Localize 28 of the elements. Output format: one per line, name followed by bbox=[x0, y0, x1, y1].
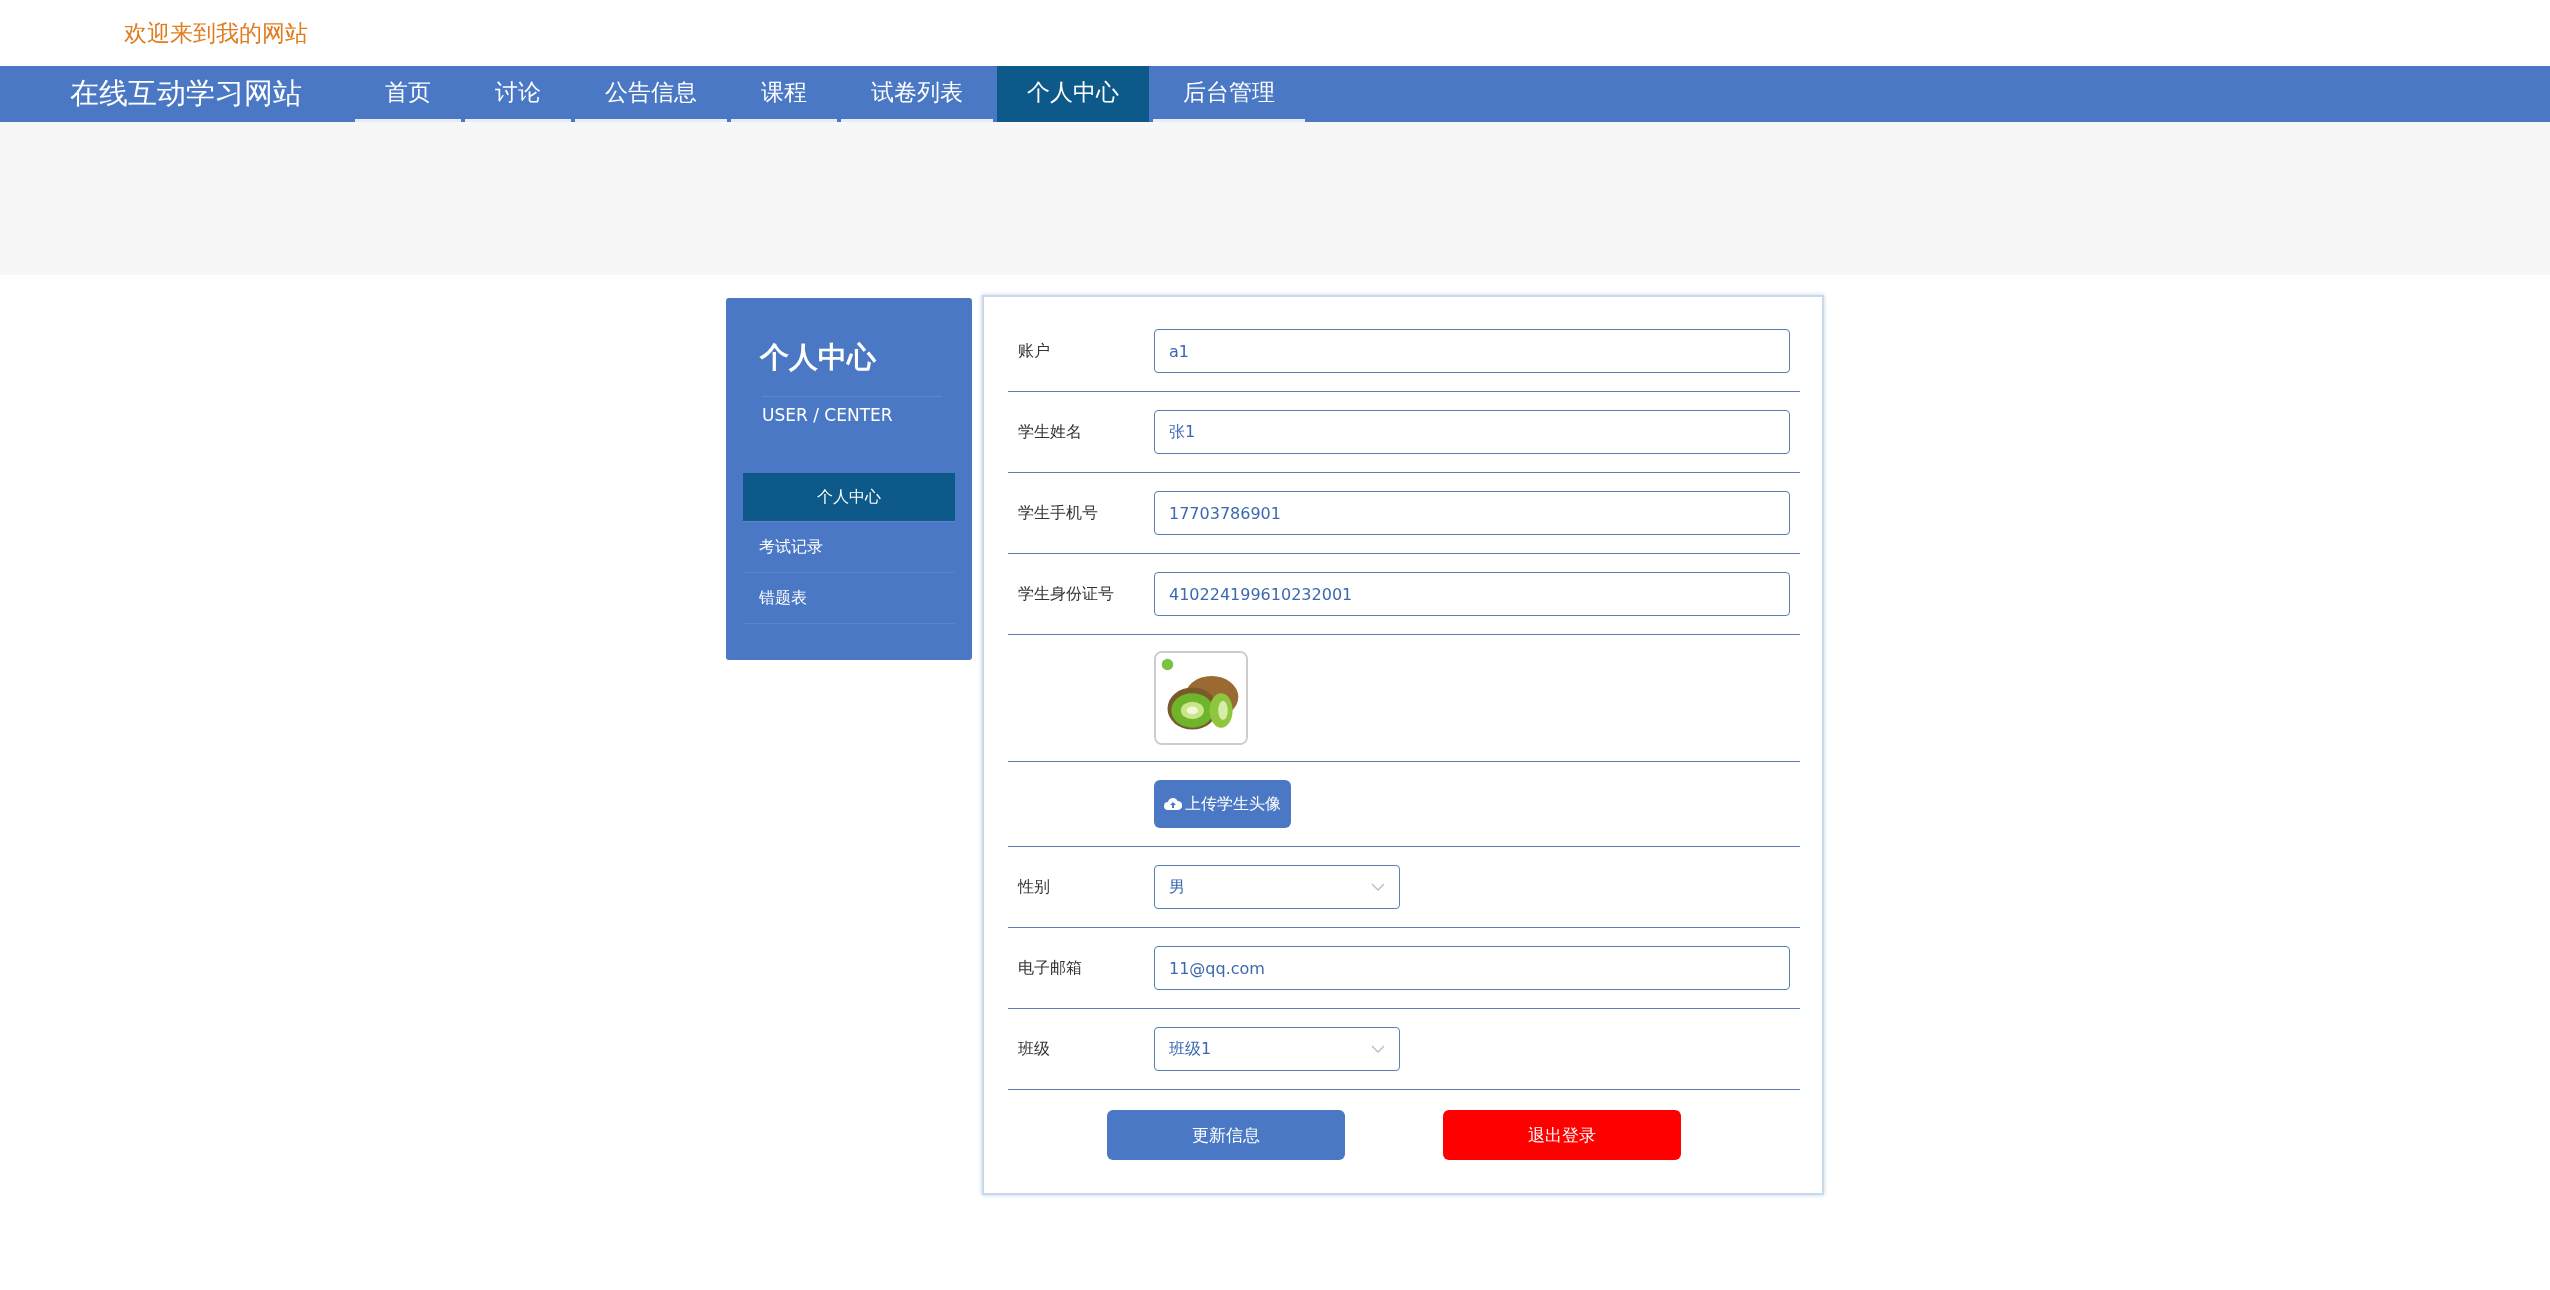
field-label: 学生姓名 bbox=[1017, 421, 1083, 443]
input-field[interactable]: 张1 bbox=[1154, 410, 1790, 454]
sidebar-item[interactable]: 个人中心 bbox=[743, 473, 955, 522]
sidebar-item[interactable]: 错题表 bbox=[743, 573, 955, 624]
welcome-text: 欢迎来到我的网站 bbox=[124, 18, 308, 48]
chevron-down-icon bbox=[1371, 1045, 1385, 1053]
field-label: 性别 bbox=[1016, 876, 1051, 898]
input-field[interactable]: 17703786901 bbox=[1154, 491, 1790, 535]
input-field[interactable]: 11@qq.com bbox=[1154, 946, 1790, 990]
select-field[interactable]: 班级1 bbox=[1154, 1027, 1400, 1071]
logout-button[interactable]: 退出登录 bbox=[1443, 1110, 1681, 1160]
sidebar-title: 个人中心 bbox=[760, 339, 877, 376]
input-field[interactable]: 410224199610232001 bbox=[1154, 572, 1790, 616]
input-field[interactable]: a1 bbox=[1154, 329, 1790, 373]
field-label: 学生身份证号 bbox=[1017, 583, 1115, 605]
site-title: 在线互动学习网站 bbox=[70, 75, 303, 112]
field-label: 班级 bbox=[1017, 1038, 1051, 1060]
sidebar-subtitle: USER / CENTER bbox=[762, 396, 942, 425]
upload-avatar-button[interactable]: 上传学生头像 bbox=[1154, 780, 1291, 828]
chevron-down-icon bbox=[1371, 883, 1385, 891]
sidebar-item[interactable]: 考试记录 bbox=[743, 522, 955, 573]
field-label: 账户 bbox=[1017, 340, 1051, 362]
field-label: 学生手机号 bbox=[1017, 502, 1099, 524]
select-field[interactable]: 男 bbox=[1154, 865, 1400, 909]
nav-tab[interactable]: 个人中心 bbox=[997, 66, 1149, 122]
update-button[interactable]: 更新信息 bbox=[1107, 1110, 1345, 1160]
cloud-upload-icon bbox=[1164, 797, 1182, 811]
field-label: 电子邮箱 bbox=[1017, 957, 1083, 979]
